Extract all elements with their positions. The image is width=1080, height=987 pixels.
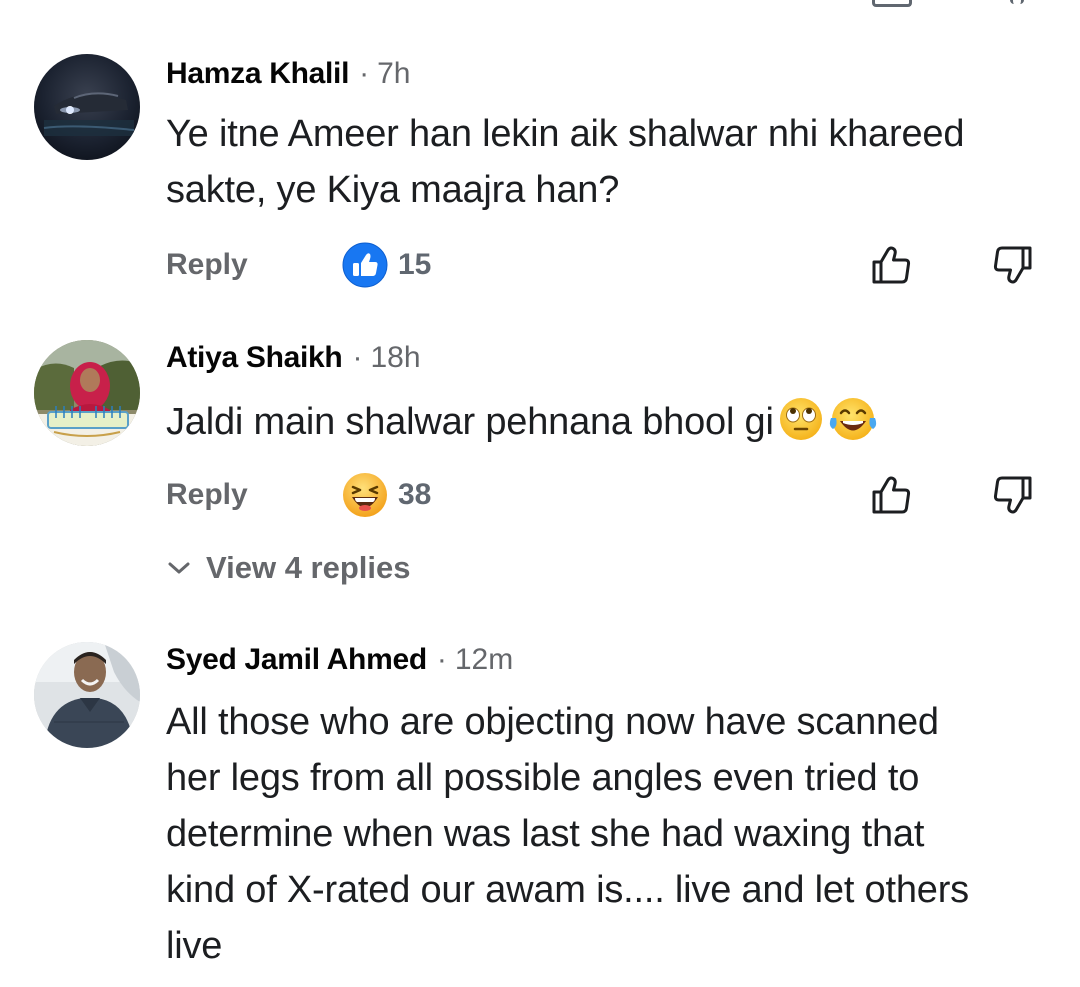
comment-text: All those who are objecting now have sca… bbox=[166, 701, 969, 967]
comment-header: Syed Jamil Ahmed · 12m bbox=[166, 642, 513, 678]
timestamp[interactable]: 12m bbox=[455, 643, 513, 676]
avatar[interactable] bbox=[34, 642, 140, 748]
comment-syed-jamil-ahmed: Syed Jamil Ahmed · 12m All those who are o… bbox=[0, 0, 1080, 987]
separator: · bbox=[436, 643, 447, 676]
author-name[interactable]: Syed Jamil Ahmed bbox=[166, 643, 427, 676]
